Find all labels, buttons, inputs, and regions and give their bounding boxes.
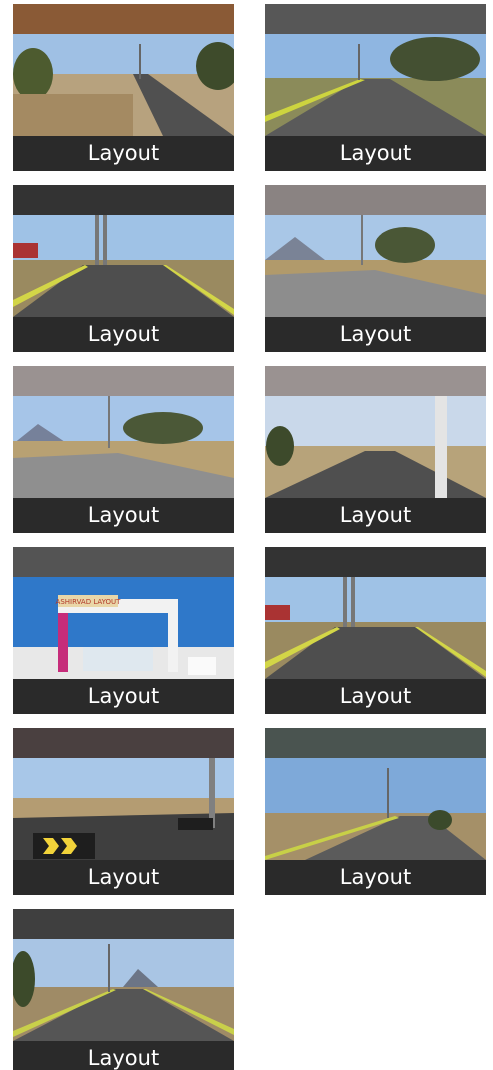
photo-gallery: Layout Layout Layout Layout Layout Layou… <box>0 0 493 1070</box>
gallery-item[interactable]: Layout <box>265 547 486 714</box>
caption: Layout <box>13 860 234 895</box>
caption: Layout <box>265 136 486 171</box>
layout-photo <box>265 758 486 860</box>
arch-sign-text: ASHIRVAD LAYOUT <box>56 598 122 606</box>
caption: Layout <box>265 498 486 533</box>
image-top-band <box>13 547 234 577</box>
layout-photo <box>13 939 234 1041</box>
caption: Layout <box>265 860 486 895</box>
caption: Layout <box>13 317 234 352</box>
gallery-item[interactable]: Layout <box>265 185 486 352</box>
layout-photo <box>13 215 234 317</box>
gallery-item[interactable]: Layout <box>13 4 234 171</box>
caption: Layout <box>13 1041 234 1070</box>
layout-photo <box>265 215 486 317</box>
layout-photo <box>13 34 234 136</box>
image-top-band <box>13 185 234 215</box>
layout-photo <box>265 577 486 679</box>
layout-photo: ASHIRVAD LAYOUT <box>13 577 234 679</box>
image-top-band <box>13 366 234 396</box>
image-top-band <box>265 4 486 34</box>
caption: Layout <box>13 498 234 533</box>
image-top-band <box>265 185 486 215</box>
layout-photo <box>265 34 486 136</box>
image-top-band <box>265 547 486 577</box>
image-top-band <box>13 728 234 758</box>
layout-photo <box>13 758 234 860</box>
image-top-band <box>265 728 486 758</box>
gallery-item[interactable]: Layout <box>13 909 234 1070</box>
image-top-band <box>13 4 234 34</box>
caption: Layout <box>13 679 234 714</box>
gallery-item[interactable]: Layout <box>13 728 234 895</box>
gallery-item[interactable]: Layout <box>265 366 486 533</box>
gallery-item[interactable]: ASHIRVAD LAYOUT Layout <box>13 547 234 714</box>
layout-photo <box>265 396 486 498</box>
caption: Layout <box>13 136 234 171</box>
gallery-item[interactable]: Layout <box>13 366 234 533</box>
layout-photo <box>13 396 234 498</box>
gallery-item[interactable]: Layout <box>265 728 486 895</box>
caption: Layout <box>265 317 486 352</box>
gallery-item[interactable]: Layout <box>265 4 486 171</box>
image-top-band <box>265 366 486 396</box>
caption: Layout <box>265 679 486 714</box>
gallery-item[interactable]: Layout <box>13 185 234 352</box>
image-top-band <box>13 909 234 939</box>
